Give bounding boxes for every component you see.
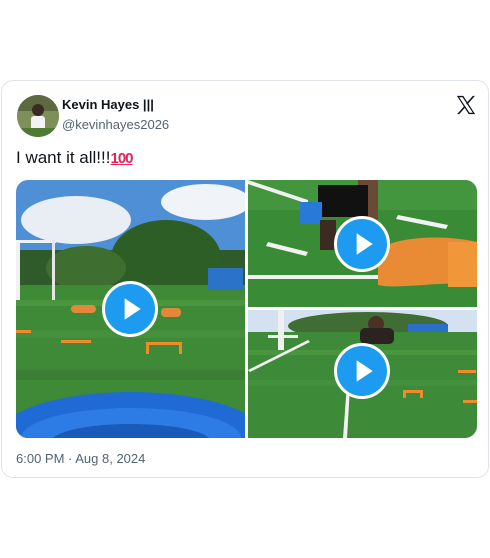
hundred-points-emoji-icon: 100 — [110, 150, 133, 167]
tweet-text: I want it all!!!100 — [16, 148, 134, 168]
media-grid — [16, 180, 477, 438]
tweet-card[interactable]: Kevin Hayes ||| @kevinhayes2026 I want i… — [1, 80, 489, 478]
video-tile-3[interactable] — [248, 310, 477, 438]
play-button-2[interactable] — [334, 216, 390, 272]
author-handle[interactable]: @kevinhayes2026 — [62, 117, 169, 132]
play-icon — [356, 360, 373, 382]
play-icon — [356, 233, 373, 255]
video-tile-1[interactable] — [16, 180, 245, 438]
author-name[interactable]: Kevin Hayes ||| — [62, 97, 154, 112]
play-icon — [124, 298, 141, 320]
video-tile-2[interactable] — [248, 180, 477, 307]
play-button-3[interactable] — [334, 343, 390, 399]
tweet-text-body: I want it all!!! — [16, 148, 111, 167]
x-logo-icon[interactable] — [455, 95, 477, 115]
avatar[interactable] — [17, 95, 59, 137]
play-button-1[interactable] — [102, 281, 158, 337]
tweet-timestamp[interactable]: 6:00 PM · Aug 8, 2024 — [16, 451, 145, 466]
